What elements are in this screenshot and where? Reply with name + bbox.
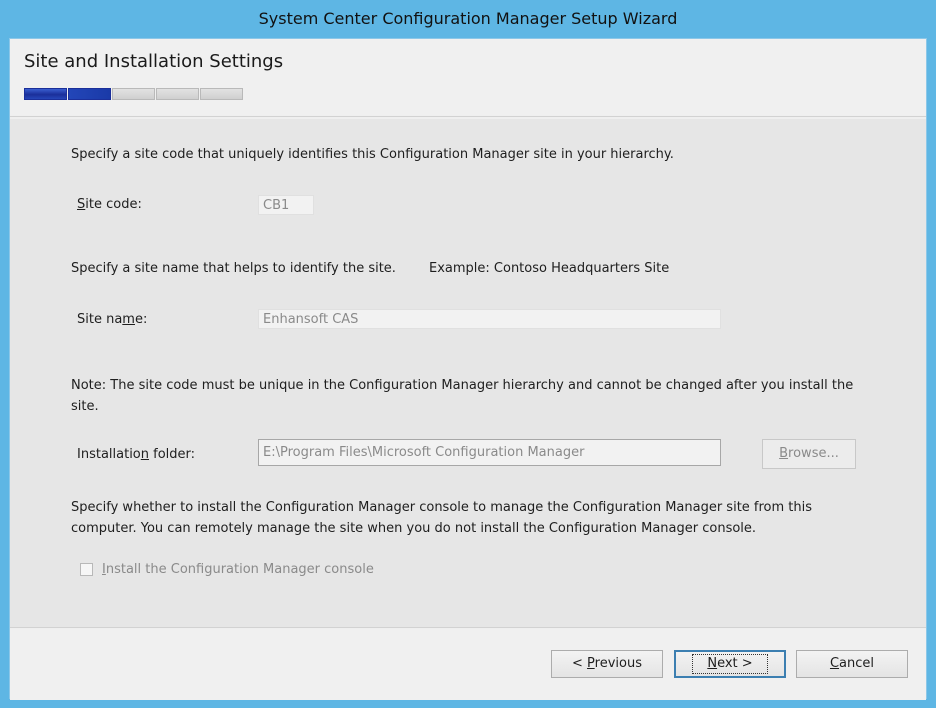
progress-segment-5 — [200, 88, 243, 100]
site-code-intro: Specify a site code that uniquely identi… — [71, 147, 674, 162]
site-code-field[interactable]: CB1 — [258, 195, 314, 215]
next-focus-rect: Next > — [692, 654, 768, 674]
site-code-note: Note: The site code must be unique in th… — [71, 378, 854, 414]
progress-segment-3 — [112, 88, 155, 100]
installation-folder-label: Installation folder: — [77, 447, 196, 462]
wizard-progress-bar — [24, 88, 246, 102]
site-name-label: Site name: — [77, 312, 148, 327]
site-code-label: Site code: — [77, 197, 142, 212]
site-name-example: Example: Contoso Headquarters Site — [429, 261, 670, 276]
page-title: Site and Installation Settings — [24, 51, 284, 72]
progress-segment-4 — [156, 88, 199, 100]
window-title: System Center Configuration Manager Setu… — [258, 9, 678, 28]
console-description: Specify whether to install the Configura… — [71, 500, 813, 536]
next-button[interactable]: Next > — [674, 650, 786, 678]
setup-wizard-window: System Center Configuration Manager Setu… — [0, 0, 936, 708]
site-name-field[interactable]: Enhansoft CAS — [258, 309, 721, 329]
install-console-label: Install the Configuration Manager consol… — [102, 562, 374, 577]
progress-segment-1 — [24, 88, 67, 100]
installation-folder-field[interactable]: E:\Program Files\Microsoft Configuration… — [258, 439, 721, 466]
progress-segment-2 — [68, 88, 111, 100]
wizard-footer: < Previous Next > Cancel — [10, 629, 926, 700]
browse-button[interactable]: Browse... — [762, 439, 856, 469]
wizard-header: Site and Installation Settings — [10, 39, 926, 115]
cancel-button[interactable]: Cancel — [796, 650, 908, 678]
install-console-checkbox[interactable] — [80, 563, 93, 576]
wizard-client-area: Site and Installation Settings Specify a… — [9, 38, 927, 700]
install-console-option[interactable]: Install the Configuration Manager consol… — [80, 562, 374, 577]
wizard-body: Specify a site code that uniquely identi… — [10, 119, 926, 627]
previous-button[interactable]: < Previous — [551, 650, 663, 678]
site-name-intro: Specify a site name that helps to identi… — [71, 261, 396, 276]
